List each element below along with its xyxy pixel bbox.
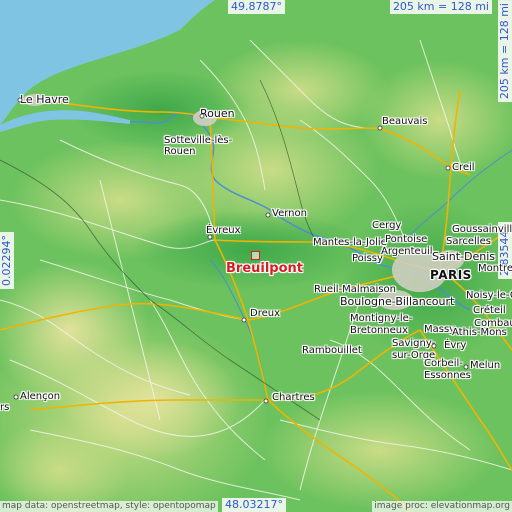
attribution-left: map data: openstreetmap, style: opentopo… bbox=[0, 501, 218, 512]
target-place-label[interactable]: Breuilpont bbox=[226, 261, 303, 276]
location-marker-icon[interactable] bbox=[251, 251, 260, 260]
topographic-map[interactable]: 49.8787° 48.03217° 0.02294° 2.83544° 205… bbox=[0, 0, 512, 512]
attribution-right: image proc: elevationmap.org bbox=[372, 501, 512, 512]
